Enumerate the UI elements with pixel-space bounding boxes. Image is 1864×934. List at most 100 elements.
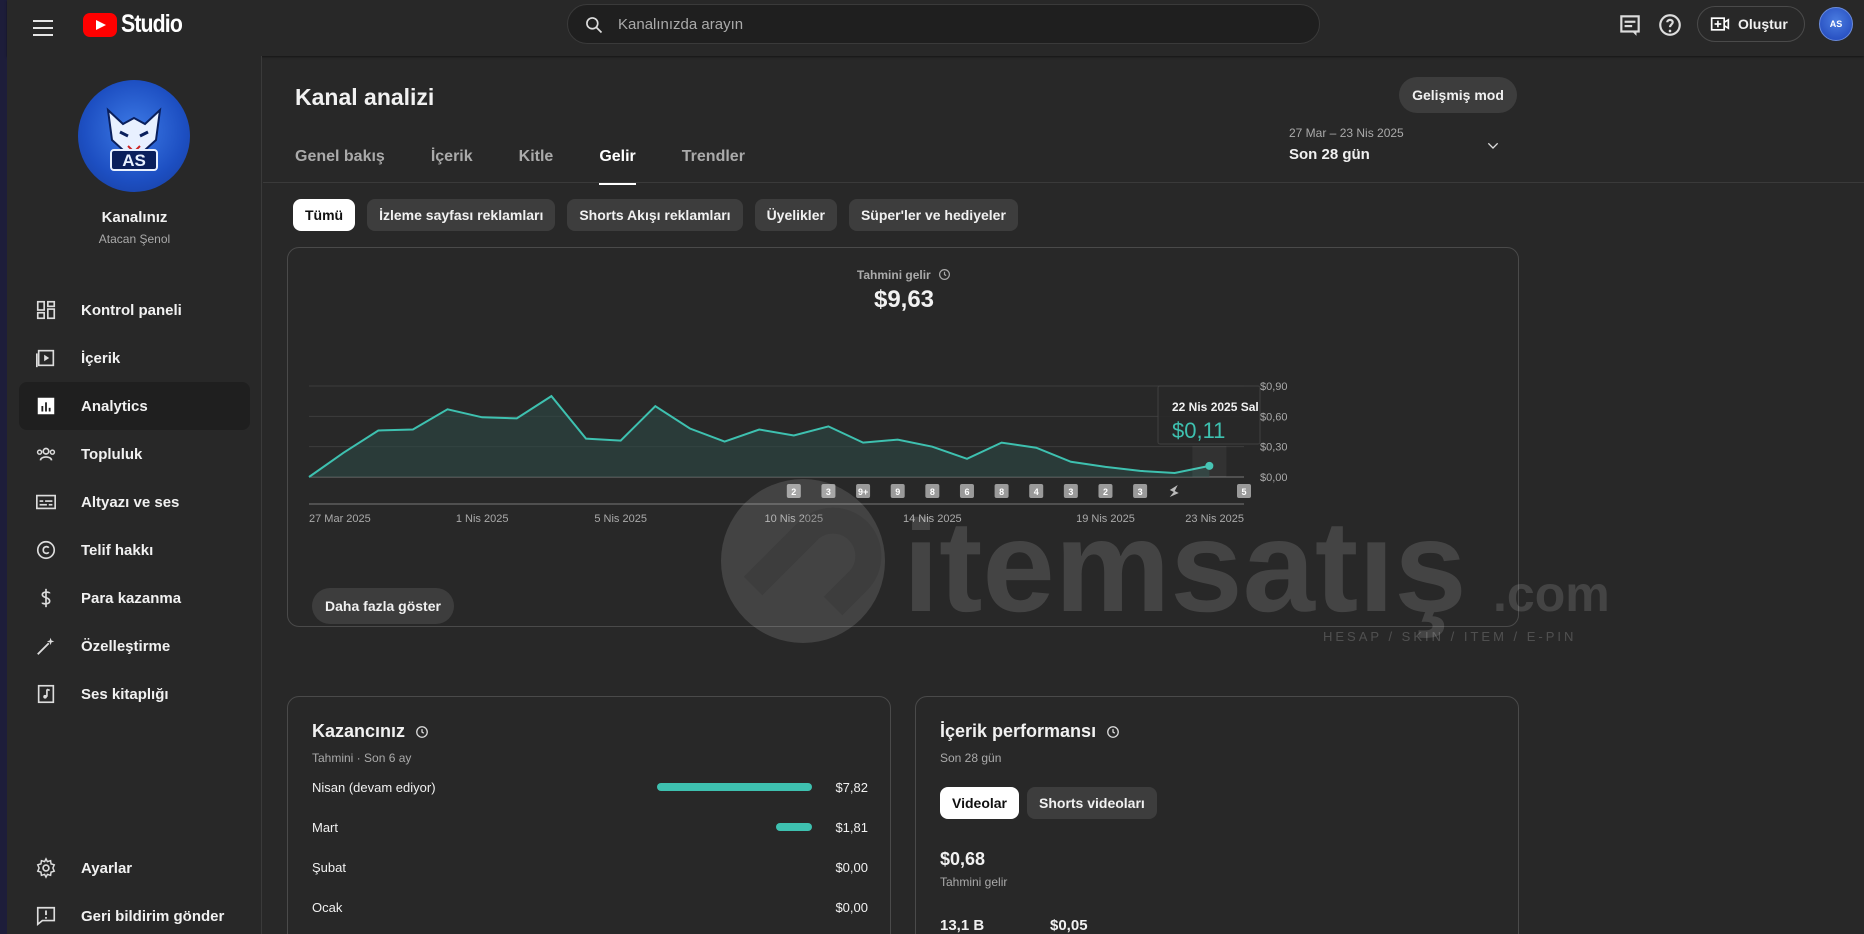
audio-library-icon [35, 683, 57, 705]
sidebar-item-feedback[interactable]: Geri bildirim gönder [19, 892, 250, 934]
create-video-icon [1710, 17, 1730, 31]
menu-icon[interactable] [33, 15, 59, 41]
channel-name: Kanalınız [101, 209, 168, 226]
sidebar: AS Kanalınız Atacan Şenol Kontrol paneli… [7, 56, 262, 934]
upload-marker: 2 [786, 484, 801, 498]
show-more-button[interactable]: Daha fazla göster [312, 588, 454, 624]
tab-trends[interactable]: Trendler [682, 148, 745, 185]
channel-avatar[interactable]: AS [78, 80, 190, 192]
sidebar-item-monetization[interactable]: Para kazanma [19, 574, 250, 622]
earnings-value: $0,00 [835, 899, 868, 915]
content-performance-card: İçerik performansı Son 28 gün Videolar S… [915, 696, 1519, 934]
y-tick-label: $0,00 [1260, 472, 1288, 484]
help-icon[interactable] [1657, 12, 1683, 38]
earnings-month: Mart [312, 819, 338, 835]
earnings-row: Şubat $0,00 [312, 857, 868, 877]
window-edge [0, 0, 7, 934]
sidebar-item-community[interactable]: Topluluk [19, 430, 250, 478]
tab-audience[interactable]: Kitle [519, 148, 554, 185]
clock-icon [416, 725, 428, 738]
sidebar-item-audio-library[interactable]: Ses kitaplığı [19, 670, 250, 718]
earnings-month: Şubat [312, 859, 346, 875]
earnings-row: Ocak $0,00 [312, 897, 868, 917]
dollar-icon [35, 587, 57, 609]
advanced-mode-button[interactable]: Gelişmiş mod [1399, 77, 1517, 113]
sidebar-item-label: Para kazanma [81, 589, 182, 607]
chip-videos[interactable]: Videolar [940, 787, 1019, 819]
create-button[interactable]: Oluştur [1697, 6, 1805, 42]
performance-value: $0,68 [940, 849, 986, 869]
marker-count: 9+ [858, 487, 868, 497]
earnings-month: Nisan (devam ediyor) [312, 779, 436, 795]
tooltip-value: $0,11 [1172, 418, 1225, 443]
revenue-line-chart[interactable]: $0,90 $0,60 $0,30 $0,00 27 Mar 2025 1 Nis 202… [288, 248, 1519, 578]
sidebar-item-label: Altyazı ve ses [81, 493, 180, 511]
tabs-divider [263, 182, 1864, 183]
earnings-value: $0,00 [835, 859, 868, 875]
chip-memberships[interactable]: Üyelikler [754, 199, 837, 231]
upload-marker: 3 [1133, 484, 1148, 498]
upload-marker: 3 [1063, 484, 1078, 498]
sidebar-item-copyright[interactable]: Telif hakkı [19, 526, 250, 574]
marker-count: 2 [791, 487, 796, 497]
main-content: Kanal analizi Gelişmiş mod Genel bakış İ… [263, 56, 1864, 934]
magic-wand-icon [35, 635, 57, 657]
marker-count: 5 [1241, 487, 1246, 497]
studio-logo[interactable]: Studio [83, 10, 193, 39]
chip-shorts[interactable]: Shorts videoları [1027, 787, 1157, 819]
marker-count: 8 [999, 487, 1004, 497]
tab-revenue[interactable]: Gelir [599, 148, 636, 185]
y-tick-label: $0,90 [1260, 381, 1288, 393]
upload-marker: 3 [821, 484, 836, 498]
marker-count: 3 [826, 487, 831, 497]
chip-shorts-feed-ads[interactable]: Shorts Akışı reklamları [567, 199, 743, 231]
tiger-logo-icon: AS [106, 107, 162, 171]
x-tick-label: 5 Nis 2025 [594, 513, 647, 525]
search-box[interactable] [567, 4, 1320, 44]
sidebar-item-customization[interactable]: Özelleştirme [19, 622, 250, 670]
performance-value-label: Tahmini gelir [940, 875, 1008, 889]
marker-count: 6 [964, 487, 969, 497]
upload-marker: 8 [925, 484, 940, 498]
sidebar-item-analytics[interactable]: Analytics [19, 382, 250, 430]
search-input[interactable] [618, 15, 1258, 33]
chevron-down-icon [1487, 142, 1499, 149]
gear-icon [35, 857, 57, 879]
avatar-text: AS [1829, 19, 1843, 29]
marker-count: 2 [1103, 487, 1108, 497]
sidebar-item-label: Ses kitaplığı [81, 685, 169, 703]
sidebar-item-content[interactable]: İçerik [19, 334, 250, 382]
feedback-list-icon[interactable] [1617, 12, 1643, 38]
app-name: Studio [121, 10, 183, 38]
sidebar-item-subtitles[interactable]: Altyazı ve ses [19, 478, 250, 526]
sidebar-item-label: Topluluk [81, 445, 143, 463]
earnings-bar [776, 823, 812, 831]
content-icon [35, 347, 57, 369]
x-tick-label: 27 Mar 2025 [309, 513, 371, 525]
earnings-subtitle: Tahmini · Son 6 ay [312, 751, 412, 765]
search-icon[interactable] [584, 15, 604, 35]
account-avatar[interactable]: AS [1819, 7, 1853, 41]
tab-content[interactable]: İçerik [431, 148, 473, 185]
analytics-icon [35, 395, 57, 417]
copyright-icon [35, 539, 57, 561]
upload-marker: 9 [890, 484, 905, 498]
tab-overview[interactable]: Genel bakış [295, 148, 385, 185]
sidebar-item-dashboard[interactable]: Kontrol paneli [19, 286, 250, 334]
hover-band [1192, 446, 1227, 477]
youtube-play-icon [83, 12, 117, 37]
chip-all[interactable]: Tümü [293, 199, 356, 231]
chip-watch-page-ads[interactable]: İzleme sayfası reklamları [367, 199, 556, 231]
sidebar-bottom-nav: Ayarlar Geri bildirim gönder [19, 844, 250, 934]
earnings-value: $1,81 [835, 819, 868, 835]
y-tick-label: $0,30 [1260, 442, 1288, 454]
performance-stat-views: 13,1 B [940, 917, 985, 934]
x-tick-label: 10 Nis 2025 [764, 513, 823, 525]
sidebar-item-label: Özelleştirme [81, 637, 171, 655]
sidebar-item-settings[interactable]: Ayarlar [19, 844, 250, 892]
date-range-picker[interactable]: 27 Mar – 23 Nis 2025 Son 28 gün [1289, 126, 1519, 170]
shorts-marker [1169, 485, 1179, 497]
subtitles-icon [35, 491, 57, 513]
watermark-tagline: HESAP / SKIN / ITEM / E-PIN [1323, 629, 1576, 644]
chip-supers-gifts[interactable]: Süper'ler ve hediyeler [848, 199, 1018, 231]
